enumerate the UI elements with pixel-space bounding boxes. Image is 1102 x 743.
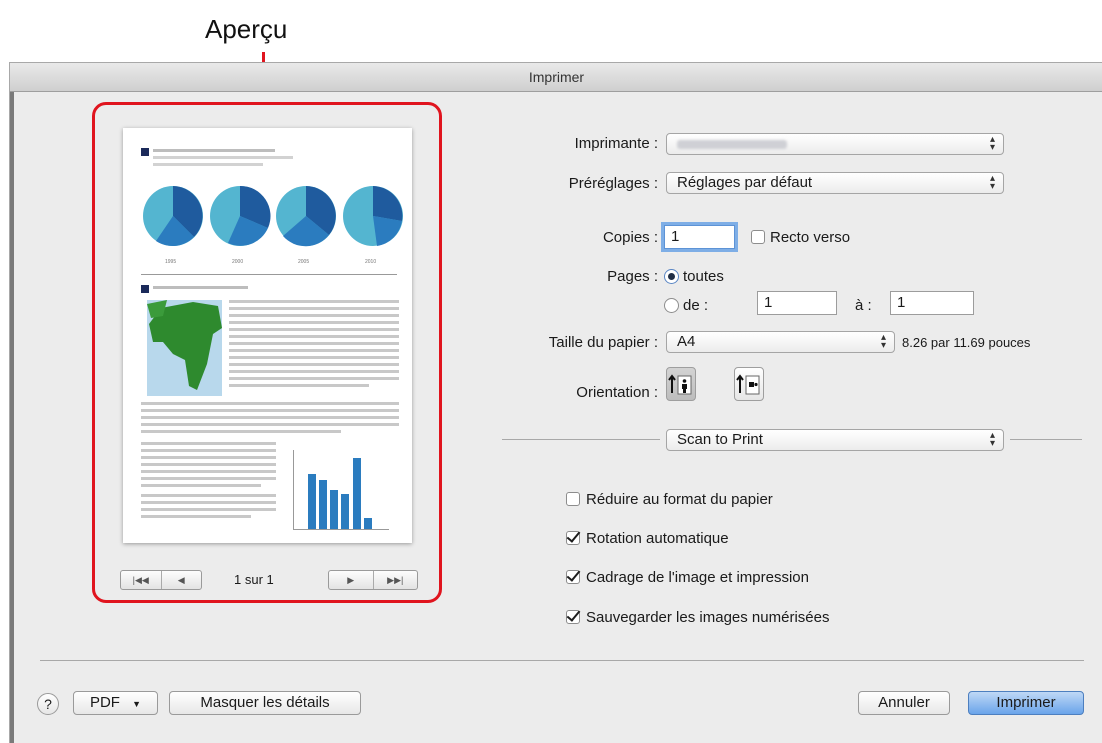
preview-nav-back-group: |◀◀ ◀	[120, 570, 202, 590]
section-selector-value: Scan to Print	[677, 431, 763, 448]
option-checkbox-save-scans[interactable]	[566, 610, 580, 624]
year-label-1: 1995	[165, 259, 176, 265]
pie-chart-1995	[143, 186, 203, 246]
presets-popup[interactable]: Réglages par défaut ▴ ▾	[666, 172, 1004, 194]
title-bar: Imprimer	[10, 63, 1102, 92]
section-selector-popup[interactable]: Scan to Print ▴ ▾	[666, 429, 1004, 451]
pdf-menu-button[interactable]: PDF ▼	[73, 691, 158, 715]
option-label-fit-paper: Réduire au format du papier	[586, 491, 773, 508]
paper-size-dimensions: 8.26 par 11.69 pouces	[902, 335, 1031, 350]
copies-label: Copies :	[602, 229, 658, 246]
page-indicator: 1 sur 1	[234, 572, 274, 587]
paper-size-value: A4	[677, 333, 696, 350]
year-label-4: 2010	[365, 259, 376, 265]
landscape-icon	[736, 374, 760, 395]
preview-callout-label: Aperçu	[205, 14, 288, 44]
print-button[interactable]: Imprimer	[968, 691, 1084, 715]
landscape-orientation-button[interactable]	[734, 367, 764, 401]
divider-right	[1010, 439, 1082, 440]
printer-name-redacted	[677, 140, 787, 149]
presets-value: Réglages par défaut	[677, 174, 813, 191]
print-dialog: Imprimer 1995 2000 2005 2010 |◀◀ ◀ 1 sur…	[9, 62, 1102, 743]
pages-label: Pages :	[607, 268, 658, 285]
printer-label: Imprimante :	[574, 135, 658, 152]
last-page-button[interactable]: ▶▶|	[372, 571, 418, 589]
window-title: Imprimer	[528, 69, 585, 85]
previous-page-button[interactable]: ◀	[160, 571, 202, 589]
portrait-orientation-button[interactable]	[666, 367, 696, 401]
window-edge	[10, 92, 14, 743]
orientation-label: Orientation :	[576, 384, 658, 401]
option-label-auto-rotate: Rotation automatique	[586, 530, 729, 547]
next-page-button[interactable]: ▶	[329, 571, 373, 589]
pages-all-label: toutes	[683, 268, 724, 285]
pages-range-radio[interactable]	[664, 298, 679, 313]
popup-arrows-icon: ▴ ▾	[989, 134, 995, 153]
pages-all-radio[interactable]	[664, 269, 679, 284]
pages-to-field[interactable]: 1	[890, 291, 974, 315]
pie-chart-2010	[343, 186, 403, 246]
preview-page-content: 1995 2000 2005 2010	[141, 148, 403, 530]
heading-marker	[141, 148, 149, 156]
help-button[interactable]: ?	[37, 693, 59, 715]
map-thumbnail	[147, 300, 222, 396]
paper-size-label: Taille du papier :	[548, 334, 658, 351]
option-label-save-scans: Sauvegarder les images numérisées	[586, 609, 830, 626]
printer-popup[interactable]: ▴ ▾	[666, 133, 1004, 155]
pie-chart-2005	[276, 186, 336, 247]
cancel-button[interactable]: Annuler	[858, 691, 950, 715]
pages-from-field[interactable]: 1	[757, 291, 837, 315]
year-label-2: 2000	[232, 259, 243, 265]
option-checkbox-fit-paper[interactable]	[566, 492, 580, 506]
portrait-icon	[668, 374, 692, 395]
preview-page: 1995 2000 2005 2010	[123, 128, 412, 543]
popup-arrows-icon: ▴ ▾	[880, 332, 886, 351]
pages-to-label: à :	[855, 297, 872, 314]
bar-chart-thumbnail	[293, 450, 389, 530]
option-checkbox-auto-rotate[interactable]	[566, 531, 580, 545]
paper-size-popup[interactable]: A4 ▴ ▾	[666, 331, 895, 353]
pie-chart-2000	[210, 185, 271, 246]
popup-arrows-icon: ▴ ▾	[989, 173, 995, 192]
year-label-3: 2005	[298, 259, 309, 265]
copies-field[interactable]: 1	[664, 225, 735, 249]
pdf-label: PDF	[89, 694, 120, 711]
chevron-down-icon: ▼	[132, 699, 142, 709]
duplex-checkbox[interactable]	[751, 230, 765, 244]
popup-arrows-icon: ▴ ▾	[989, 430, 995, 449]
first-page-button[interactable]: |◀◀	[121, 571, 161, 589]
divider-left	[502, 439, 660, 440]
presets-label: Préréglages :	[568, 175, 658, 192]
duplex-label: Recto verso	[770, 229, 851, 246]
option-label-crop-print: Cadrage de l'image et impression	[586, 569, 809, 586]
preview-nav-forward-group: ▶ ▶▶|	[328, 570, 418, 590]
pages-from-label: de :	[683, 297, 709, 314]
footer-divider	[40, 660, 1084, 661]
option-checkbox-crop-print[interactable]	[566, 570, 580, 584]
hide-details-button[interactable]: Masquer les détails	[169, 691, 361, 715]
